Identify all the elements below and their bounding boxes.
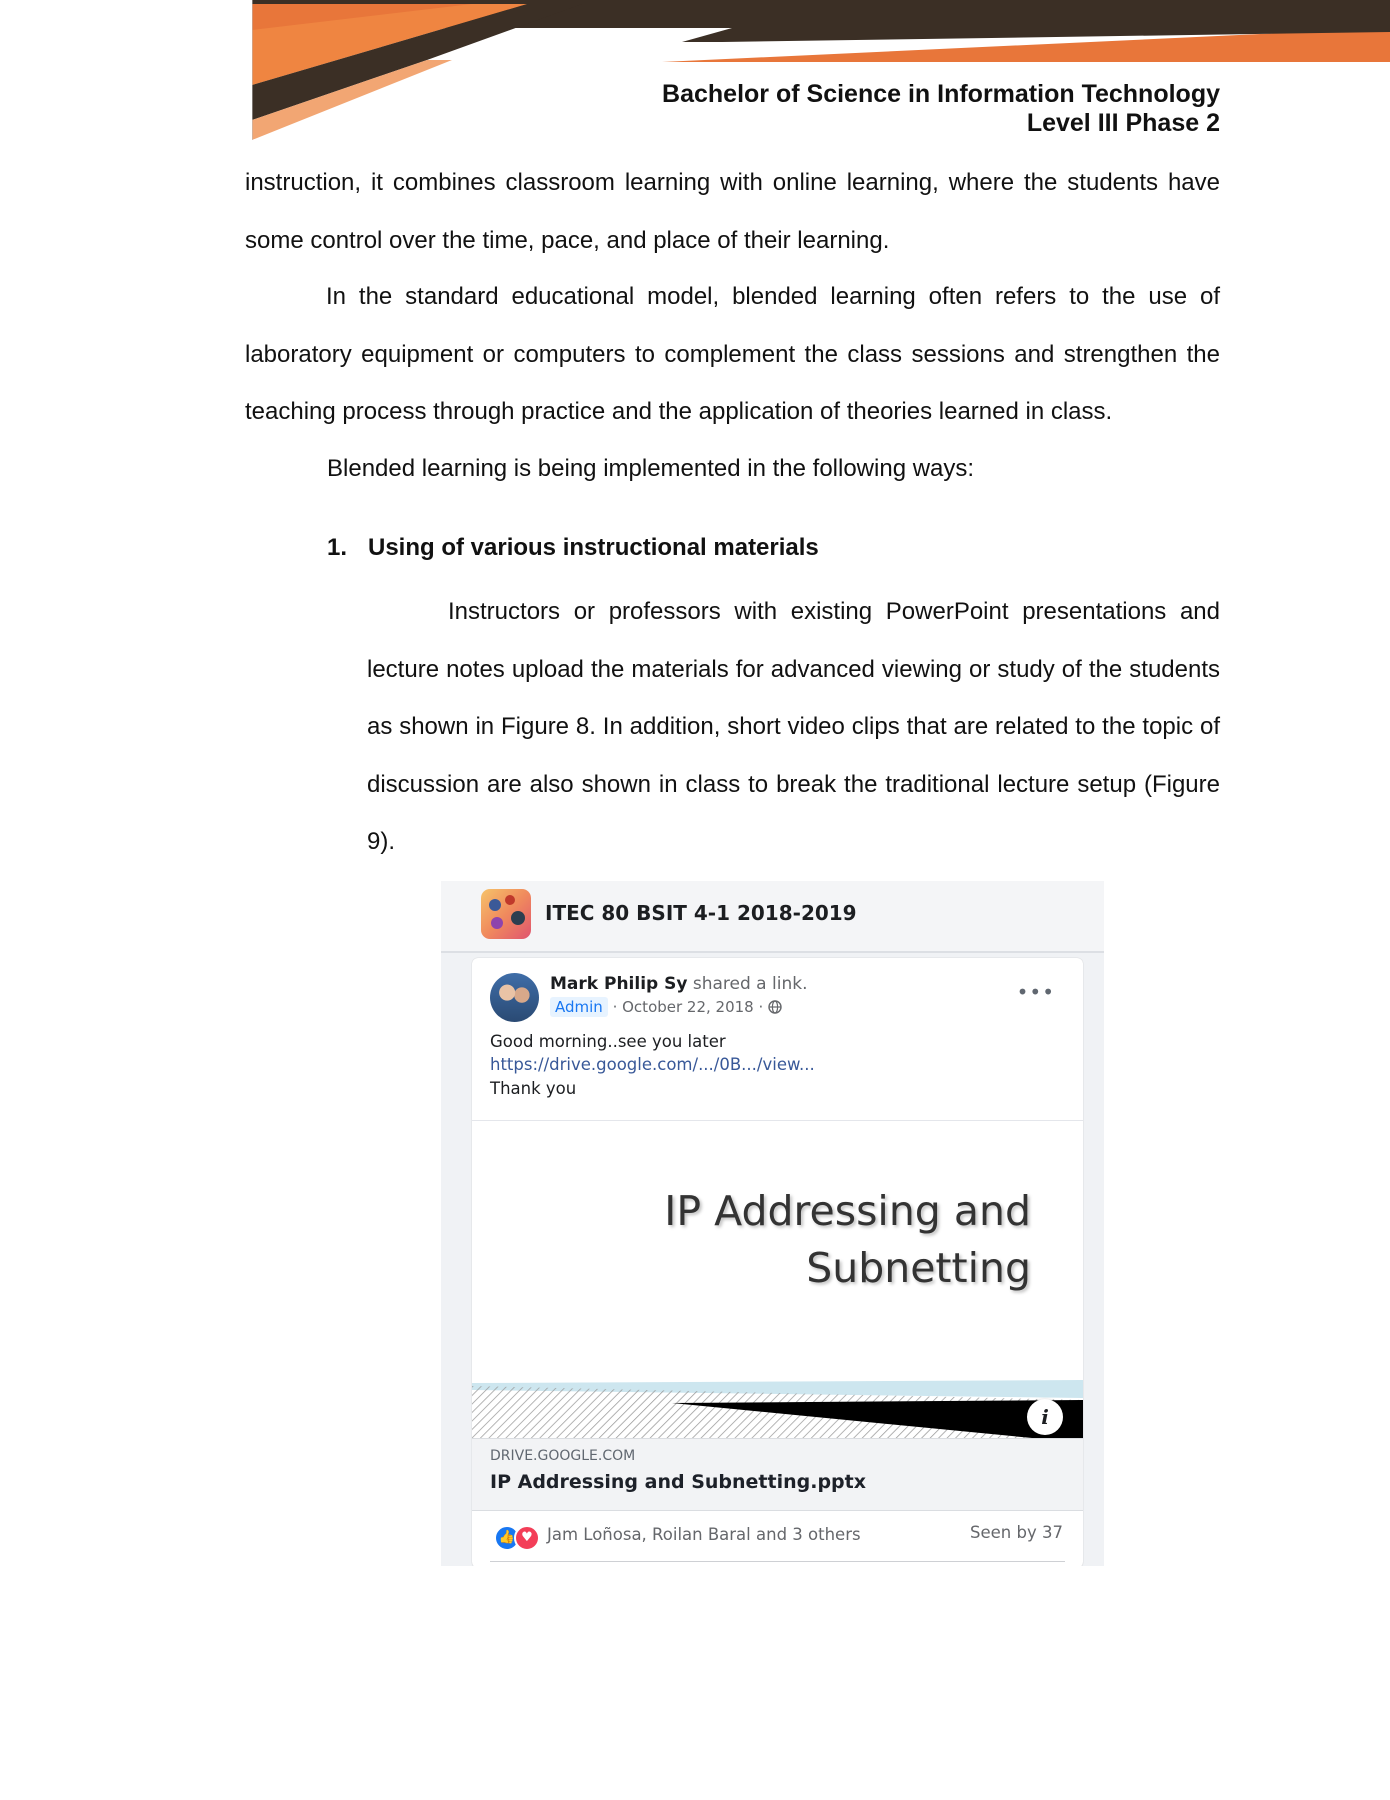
slide-title-line2: Subnetting [806,1244,1031,1292]
more-options-icon[interactable]: ••• [1017,980,1055,1004]
slide-title-line1: IP Addressing and [664,1187,1031,1235]
admin-badge: Admin [550,997,608,1017]
poster-action: shared a link. [692,974,808,994]
link-preview-image[interactable]: IP Addressing and Subnetting i [472,1121,1083,1438]
globe-icon [768,1000,782,1014]
poster-name[interactable]: Mark Philip Sy [550,974,687,994]
reactions-bar: 👍 ♥ Jam Loñosa, Roilan Baral and 3 other… [472,1511,1083,1561]
post-meta: Admin · October 22, 2018 · [550,997,782,1017]
slide-decoration [472,1380,1083,1438]
group-name[interactable]: ITEC 80 BSIT 4-1 2018-2019 [545,901,857,925]
post-link[interactable]: https://drive.google.com/.../0B.../view.… [490,1055,815,1074]
link-title[interactable]: IP Addressing and Subnetting.pptx [490,1471,866,1493]
poster-line: Mark Philip Sy shared a link. [550,974,807,994]
group-avatar[interactable] [481,889,531,939]
link-domain: DRIVE.GOOGLE.COM [490,1448,636,1464]
slide-title: IP Addressing and Subnetting [664,1183,1031,1297]
group-header: ITEC 80 BSIT 4-1 2018-2019 [441,881,1104,953]
link-info-box[interactable]: DRIVE.GOOGLE.COM IP Addressing and Subne… [472,1438,1083,1511]
love-reaction-icon[interactable]: ♥ [514,1525,540,1551]
post-date[interactable]: · October 22, 2018 · [613,998,764,1016]
level-phase: Level III Phase 2 [1026,109,1220,137]
program-title: Bachelor of Science in Information Techn… [662,80,1220,108]
avatar[interactable] [490,973,539,1022]
seen-by-count[interactable]: Seen by 37 [970,1523,1063,1542]
info-icon[interactable]: i [1027,1399,1063,1435]
reactors-text[interactable]: Jam Loñosa, Roilan Baral and 3 others [547,1525,861,1544]
paragraph-1: instruction, it combines classroom learn… [245,169,1220,254]
section-heading: 1. Using of various instructional materia… [327,528,819,568]
paragraph-3: Blended learning is being implemented in… [327,455,975,482]
post-message-line1: Good morning..see you later [490,1032,726,1051]
post-card: Mark Philip Sy shared a link. Admin · Oc… [472,958,1083,1566]
divider [490,1561,1065,1562]
paragraph-4: Instructors or professors with existing … [367,598,1220,855]
heading-text: Using of various instructional materials [368,534,819,561]
facebook-post-screenshot: ITEC 80 BSIT 4-1 2018-2019 Mark Philip S… [441,881,1104,1566]
paragraph-2: In the standard educational model, blend… [245,283,1220,425]
post-message-line3: Thank you [490,1079,577,1098]
heading-number: 1. [327,534,348,561]
